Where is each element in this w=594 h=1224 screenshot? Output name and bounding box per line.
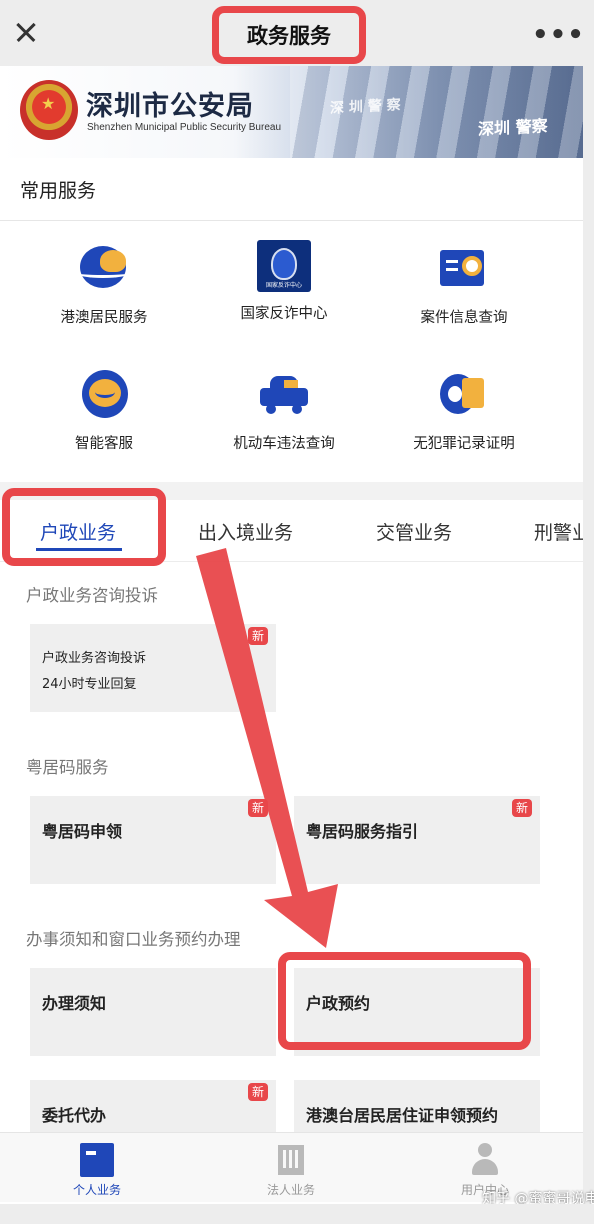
close-icon[interactable] <box>12 18 40 46</box>
service-label: 智能客服 <box>75 436 133 452</box>
new-badge: 新 <box>247 1083 268 1101</box>
arrow-shape <box>196 548 338 948</box>
anti-fraud-icon-text: 国家反诈中心 <box>265 282 302 289</box>
divider <box>0 220 583 221</box>
service-label: 机动车违法查询 <box>233 436 335 452</box>
card-text: 粤居码服务指引 <box>306 822 419 841</box>
new-badge: 新 <box>247 799 268 817</box>
group-title: 粤居码服务 <box>26 758 109 777</box>
card-text: 港澳台居民居住证申领预约 <box>306 1106 499 1125</box>
card-line: 户政业务咨询投诉 <box>42 651 147 666</box>
user-center-icon <box>468 1143 502 1177</box>
group-title: 户政业务咨询投诉 <box>26 586 158 605</box>
bureau-name: 深圳市公安局 <box>86 91 254 122</box>
service-label: 无犯罪记录证明 <box>413 436 515 452</box>
appointment-highlight-box <box>278 952 531 1050</box>
tab-highlight-box <box>2 488 166 566</box>
case-search-icon <box>436 240 492 296</box>
card-yjm-apply[interactable]: 粤居码申领 新 <box>30 796 276 884</box>
nav-label: 个人业务 <box>72 1183 121 1197</box>
card-yjm-guide[interactable]: 粤居码服务指引 新 <box>294 796 540 884</box>
service-hk-macau-resident[interactable]: 港澳居民服务 <box>14 240 194 327</box>
system-nav-bar <box>0 1204 594 1224</box>
card-text: 粤居码申领 <box>42 822 123 841</box>
nav-personal-business[interactable]: 个人业务 <box>0 1133 194 1203</box>
card-consult-complaint[interactable]: 户政业务咨询投诉 24小时专业回复 新 <box>30 624 276 712</box>
anti-fraud-center-icon: 国家反诈中心 <box>257 240 311 292</box>
no-criminal-record-icon <box>436 366 492 422</box>
new-badge: 新 <box>511 799 532 817</box>
common-services-title: 常用服务 <box>20 180 97 202</box>
smart-support-icon <box>76 366 132 422</box>
title-highlight: 政务服务 <box>212 6 366 64</box>
nav-corporate-business[interactable]: 法人业务 <box>194 1133 388 1203</box>
more-options-icon[interactable]: ••• <box>532 20 585 50</box>
nav-label: 法人业务 <box>266 1183 315 1197</box>
service-vehicle-violation[interactable]: 机动车违法查询 <box>194 366 374 453</box>
page-edge <box>583 66 594 1204</box>
banner-sign-text: 深圳 警察 <box>478 116 548 139</box>
page-title: 政务服务 <box>247 24 331 48</box>
new-badge: 新 <box>247 627 268 645</box>
vehicle-violation-icon <box>256 366 312 422</box>
tab-exit-entry[interactable]: 出入境业务 <box>198 518 293 545</box>
service-label: 案件信息查询 <box>420 310 508 326</box>
service-label: 国家反诈中心 <box>240 306 328 322</box>
personal-business-icon <box>80 1143 114 1177</box>
corporate-business-icon <box>274 1143 308 1177</box>
police-emblem-icon: ★ <box>20 80 78 140</box>
tab-traffic[interactable]: 交管业务 <box>376 518 452 545</box>
card-text: 户政业务咨询投诉 24小时专业回复 <box>42 646 146 698</box>
tab-criminal[interactable]: 刑警业 <box>534 518 583 545</box>
service-case-search[interactable]: 案件信息查询 <box>374 240 554 327</box>
service-label: 港澳居民服务 <box>60 310 148 326</box>
service-smart-support[interactable]: 智能客服 <box>14 366 194 453</box>
service-no-criminal-record[interactable]: 无犯罪记录证明 <box>374 366 554 453</box>
card-line: 24小时专业回复 <box>42 677 137 692</box>
header-banner: ★ 深圳市公安局 Shenzhen Municipal Public Secur… <box>0 66 583 158</box>
card-text: 委托代办 <box>42 1106 107 1125</box>
group-title: 办事须知和窗口业务预约办理 <box>26 930 241 949</box>
hk-macau-resident-icon <box>76 240 132 296</box>
banner-sign-text: 深 圳 警 察 <box>330 97 401 117</box>
service-anti-fraud-center[interactable]: 国家反诈中心 国家反诈中心 <box>194 240 374 323</box>
bureau-name-en: Shenzhen Municipal Public Security Burea… <box>87 122 281 133</box>
card-text: 办理须知 <box>42 994 107 1013</box>
card-notice[interactable]: 办理须知 <box>30 968 276 1056</box>
top-bar: 政务服务 ••• <box>0 0 594 66</box>
